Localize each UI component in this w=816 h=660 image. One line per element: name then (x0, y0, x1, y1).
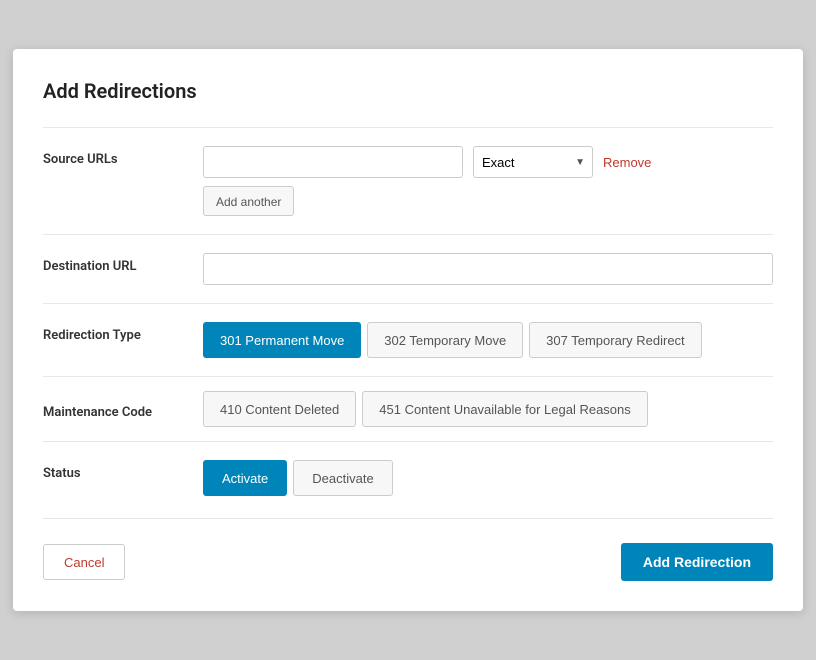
type-btn-301[interactable]: 301 Permanent Move (203, 322, 361, 358)
cancel-button[interactable]: Cancel (43, 544, 125, 580)
match-type-select[interactable]: Exact Regex Contains (473, 146, 593, 178)
redirection-type-buttons: 301 Permanent Move 302 Temporary Move 30… (203, 322, 773, 358)
redirection-type-row: Redirection Type 301 Permanent Move 302 … (43, 303, 773, 376)
maintenance-code-row: Maintenance Code 410 Content Deleted 451… (43, 376, 773, 441)
destination-url-input[interactable] (203, 253, 773, 285)
source-urls-label: Source URLs (43, 146, 203, 167)
maintenance-btn-410[interactable]: 410 Content Deleted (203, 391, 356, 427)
status-btn-deactivate[interactable]: Deactivate (293, 460, 392, 496)
maintenance-btn-451[interactable]: 451 Content Unavailable for Legal Reason… (362, 391, 648, 427)
source-url-input[interactable] (203, 146, 463, 178)
source-urls-row: Source URLs Exact Regex Contains ▼ Remov… (43, 127, 773, 234)
maintenance-code-content: 410 Content Deleted 451 Content Unavaila… (203, 391, 773, 427)
remove-button[interactable]: Remove (603, 155, 651, 170)
status-content: Activate Deactivate (203, 460, 773, 496)
add-another-button[interactable]: Add another (203, 186, 294, 216)
redirection-type-label: Redirection Type (43, 322, 203, 343)
add-another-wrapper: Add another (203, 186, 773, 216)
destination-url-row: Destination URL (43, 234, 773, 303)
status-btn-activate[interactable]: Activate (203, 460, 287, 496)
destination-url-content (203, 253, 773, 285)
maintenance-code-label: Maintenance Code (43, 399, 203, 420)
type-btn-302[interactable]: 302 Temporary Move (367, 322, 523, 358)
maintenance-code-buttons: 410 Content Deleted 451 Content Unavaila… (203, 391, 773, 427)
footer: Cancel Add Redirection (43, 518, 773, 581)
redirection-type-content: 301 Permanent Move 302 Temporary Move 30… (203, 322, 773, 358)
type-btn-307[interactable]: 307 Temporary Redirect (529, 322, 702, 358)
status-row: Status Activate Deactivate (43, 441, 773, 514)
modal-title: Add Redirections (43, 79, 773, 103)
source-urls-content: Exact Regex Contains ▼ Remove Add anothe… (203, 146, 773, 216)
match-type-wrapper: Exact Regex Contains ▼ (473, 146, 593, 178)
source-url-input-row: Exact Regex Contains ▼ Remove (203, 146, 773, 178)
add-redirections-modal: Add Redirections Source URLs Exact Regex… (13, 49, 803, 611)
add-redirection-button[interactable]: Add Redirection (621, 543, 773, 581)
destination-url-label: Destination URL (43, 253, 203, 274)
status-buttons: Activate Deactivate (203, 460, 773, 496)
status-label: Status (43, 460, 203, 481)
